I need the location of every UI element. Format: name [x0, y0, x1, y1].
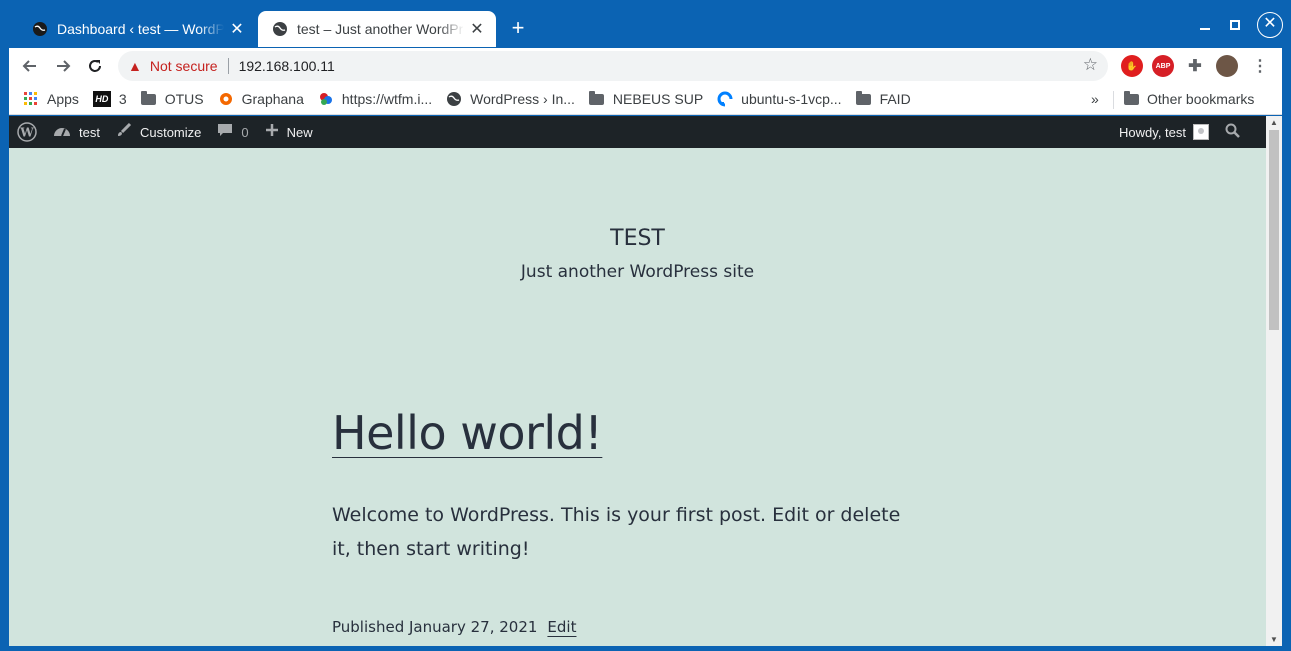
- bookmark-label: Graphana: [241, 91, 304, 107]
- bookmark-label: OTUS: [164, 91, 204, 107]
- bookmark-label: ubuntu-s-1vcp...: [741, 91, 842, 107]
- comment-bubble-icon: [217, 122, 233, 143]
- globe-icon: [446, 91, 462, 107]
- admin-comments-count: 0: [241, 124, 249, 140]
- bookmark-apps[interactable]: Apps: [23, 91, 79, 107]
- dashboard-gauge-icon: [53, 123, 71, 142]
- published-date: Published January 27, 2021: [332, 618, 538, 636]
- bookmark-label: FAID: [879, 91, 911, 107]
- bookmark-ubuntu[interactable]: ubuntu-s-1vcp...: [717, 91, 842, 107]
- admin-comments-link[interactable]: 0: [217, 122, 249, 143]
- warning-icon[interactable]: ▲: [128, 58, 142, 74]
- bookmark-wtfm[interactable]: https://wtfm.i...: [318, 91, 432, 107]
- folder-icon: [589, 90, 605, 107]
- post-title[interactable]: Hello world!: [332, 406, 603, 460]
- bookmark-star-icon[interactable]: ☆: [1083, 55, 1098, 75]
- minimize-icon[interactable]: [1193, 13, 1217, 37]
- adblock-stop-icon[interactable]: ✋: [1121, 55, 1143, 77]
- admin-customize-link[interactable]: Customize: [116, 122, 201, 143]
- admin-account[interactable]: Howdy, test: [1119, 116, 1240, 148]
- post-content: Welcome to WordPress. This is your first…: [332, 504, 901, 560]
- folder-icon: [141, 90, 157, 107]
- admin-site-label: test: [79, 124, 100, 140]
- abp-icon[interactable]: ABP: [1152, 55, 1174, 77]
- digitalocean-icon: [717, 91, 733, 107]
- plus-icon: [265, 123, 279, 142]
- hd-icon: HD: [92, 91, 111, 107]
- omnibox-divider: [227, 58, 229, 74]
- grafana-icon: [218, 91, 234, 107]
- security-label[interactable]: Not secure: [150, 58, 218, 74]
- svg-text:W: W: [19, 126, 34, 140]
- scroll-thumb[interactable]: [1269, 130, 1279, 330]
- back-icon[interactable]: [17, 53, 43, 79]
- bookmark-label: Apps: [47, 91, 79, 107]
- maximize-icon[interactable]: [1223, 13, 1247, 37]
- tab-strip: Dashboard ‹ test — WordPress ✕ test – Ju…: [0, 0, 1291, 48]
- reload-icon[interactable]: [82, 53, 108, 79]
- apps-grid-icon: [23, 91, 39, 107]
- edit-post-link[interactable]: Edit: [547, 618, 576, 636]
- bookmark-otus[interactable]: OTUS: [141, 90, 204, 107]
- address-bar[interactable]: ▲ Not secure 192.168.100.11 ☆: [118, 51, 1108, 81]
- bookmark-faid[interactable]: FAID: [856, 90, 911, 107]
- site-title[interactable]: TEST: [9, 226, 1266, 251]
- close-tab-icon[interactable]: ✕: [228, 19, 246, 39]
- close-window-icon[interactable]: ✕: [1257, 12, 1283, 38]
- bookmarks-bar: Apps HD 3 OTUS Graphana https://wtfm.i..…: [9, 84, 1282, 115]
- admin-customize-label: Customize: [139, 124, 202, 140]
- bookmark-nebeus[interactable]: NEBEUS SUP: [589, 90, 704, 107]
- bookmark-label: 3: [118, 91, 127, 107]
- tab-site[interactable]: test – Just another WordPress site ✕: [258, 11, 496, 47]
- howdy-label: Howdy, test: [1119, 124, 1186, 140]
- site-description: Just another WordPress site: [520, 262, 755, 282]
- search-icon[interactable]: [1225, 123, 1240, 141]
- more-bookmarks-chevron-icon[interactable]: »: [1091, 91, 1099, 107]
- tab-title: test – Just another WordPress site: [297, 21, 464, 37]
- other-bookmarks-label: Other bookmarks: [1147, 91, 1255, 107]
- bookmark-label: https://wtfm.i...: [341, 91, 433, 107]
- folder-icon: [1123, 90, 1139, 107]
- site-icon: [318, 91, 334, 107]
- wp-admin-bar: W test Customize 0 New Howdy, test: [9, 116, 1266, 148]
- globe-icon: [33, 22, 47, 36]
- url-text[interactable]: 192.168.100.11: [239, 58, 335, 74]
- tab-title: Dashboard ‹ test — WordPress: [57, 21, 224, 37]
- bookmark-graphana[interactable]: Graphana: [218, 91, 304, 107]
- globe-icon: [273, 22, 287, 36]
- scrollbar[interactable]: ▲ ▼: [1266, 116, 1282, 646]
- toolbar: ▲ Not secure 192.168.100.11 ☆ ✋ ABP ✚ ⋮: [9, 48, 1282, 84]
- scroll-down-icon[interactable]: ▼: [1270, 635, 1278, 644]
- bookmark-divider: [1113, 91, 1114, 109]
- extensions-puzzle-icon[interactable]: ✚: [1184, 55, 1206, 77]
- bookmark-label: WordPress › In...: [470, 91, 575, 107]
- folder-icon: [856, 90, 872, 107]
- admin-new-link[interactable]: New: [265, 123, 313, 142]
- browser-window: Dashboard ‹ test — WordPress ✕ test – Ju…: [0, 0, 1291, 651]
- page-viewport: W test Customize 0 New Howdy, test TEST …: [9, 116, 1282, 646]
- close-tab-icon[interactable]: ✕: [468, 19, 486, 39]
- brush-icon: [116, 122, 132, 143]
- post-meta: Published January 27, 2021 Edit: [332, 618, 576, 636]
- tab-dashboard[interactable]: Dashboard ‹ test — WordPress ✕: [18, 11, 256, 47]
- other-bookmarks[interactable]: Other bookmarks: [1123, 90, 1255, 107]
- forward-icon[interactable]: [50, 53, 76, 79]
- bookmark-label: NEBEUS SUP: [612, 91, 704, 107]
- admin-new-label: New: [286, 124, 313, 140]
- scroll-up-icon[interactable]: ▲: [1270, 118, 1278, 127]
- wordpress-logo-icon[interactable]: W: [17, 122, 37, 142]
- admin-site-link[interactable]: test: [53, 123, 100, 142]
- user-avatar: [1193, 124, 1209, 140]
- bookmark-wordpress[interactable]: WordPress › In...: [446, 91, 575, 107]
- bookmark-hd[interactable]: HD 3: [92, 91, 127, 107]
- profile-avatar[interactable]: [1216, 55, 1238, 77]
- new-tab-button[interactable]: +: [505, 16, 531, 42]
- menu-kebab-icon[interactable]: ⋮: [1249, 55, 1271, 77]
